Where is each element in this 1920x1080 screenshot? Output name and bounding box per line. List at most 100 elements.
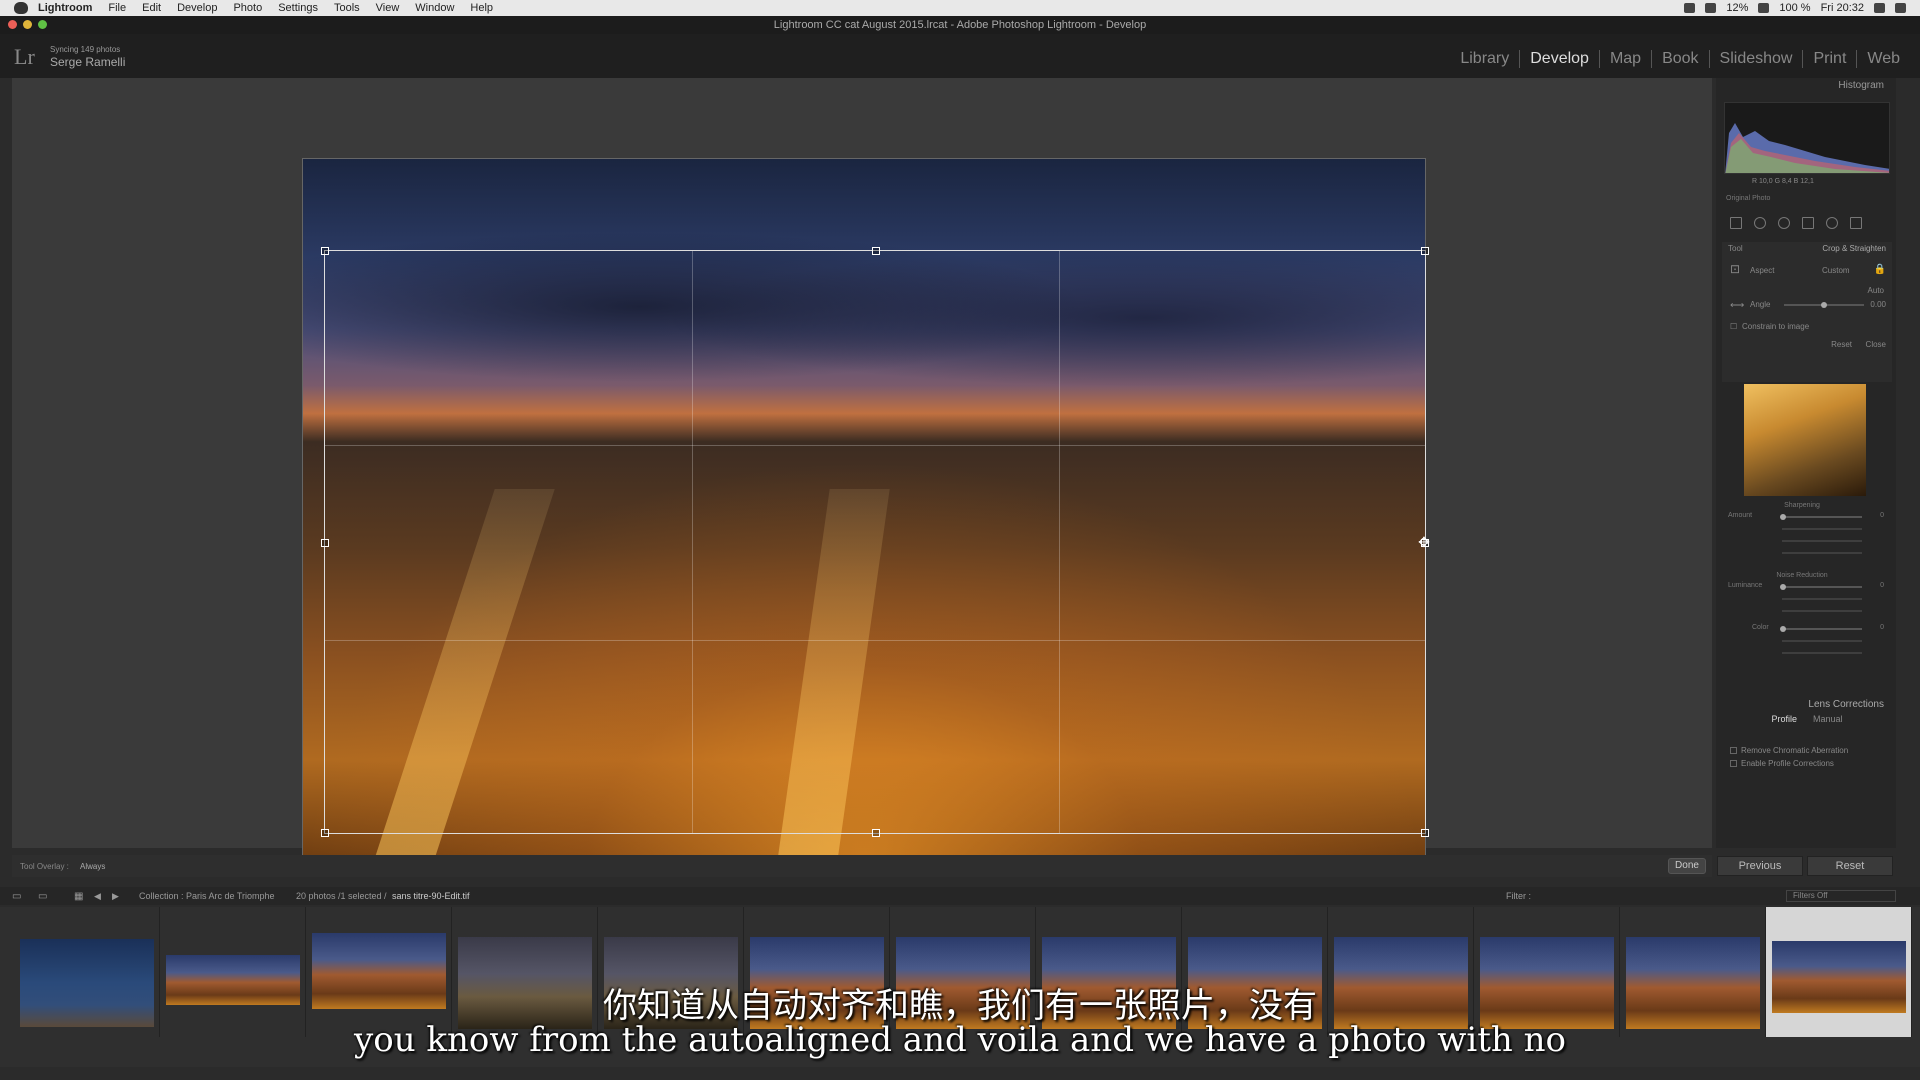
amount-value[interactable]: 0 [1880,512,1884,519]
reset-button[interactable]: Reset [1807,856,1893,876]
detail-panel: Sharpening Amount 0 Noise Reduction Lumi… [1722,502,1892,782]
crop-handle-left[interactable] [321,539,329,547]
lens-corrections-header[interactable]: Lens Corrections [1722,697,1892,713]
crop-handle-bottom[interactable] [872,829,880,837]
crop-handle-bottom-left[interactable] [321,829,329,837]
luminance-contrast-slider[interactable] [1782,610,1862,612]
grid-view-icon[interactable]: ▦ [74,891,83,902]
spotlight-icon[interactable] [1874,3,1885,13]
graduated-filter-icon[interactable] [1802,217,1814,229]
crop-handle-top-right[interactable] [1421,247,1429,255]
menu-tools[interactable]: Tools [334,2,360,14]
notification-icon[interactable] [1895,3,1906,13]
color-detail-slider[interactable] [1782,640,1862,642]
apple-icon[interactable] [14,2,28,14]
luminance-label: Luminance [1728,582,1763,589]
previous-button[interactable]: Previous [1717,856,1803,876]
luminance-value[interactable]: 0 [1880,582,1884,589]
menu-help[interactable]: Help [470,2,493,14]
crop-frame-tool-icon[interactable]: ⊡ [1730,262,1740,276]
color-slider[interactable] [1782,628,1862,630]
cloud-icon[interactable] [1705,3,1717,13]
radial-filter-icon[interactable] [1826,217,1838,229]
luminance-slider-knob[interactable] [1780,584,1786,590]
forward-arrow-icon[interactable]: ▶ [112,891,119,902]
spot-removal-icon[interactable] [1754,217,1766,229]
histogram-header[interactable]: Histogram [1716,78,1896,94]
crop-handle-top-left[interactable] [321,247,329,255]
tab-manual[interactable]: Manual [1813,714,1843,730]
module-develop[interactable]: Develop [1519,50,1599,68]
angle-value[interactable]: 0.00 [1870,300,1886,309]
luminance-detail-slider[interactable] [1782,598,1862,600]
straighten-tool-icon[interactable]: ⟷ [1730,300,1744,311]
color-value[interactable]: 0 [1880,624,1884,631]
lock-icon[interactable]: 🔒 [1874,264,1886,275]
detail-preview[interactable] [1744,384,1866,496]
color-smoothness-slider[interactable] [1782,652,1862,654]
angle-slider-knob[interactable] [1821,302,1827,308]
module-web[interactable]: Web [1856,50,1910,68]
zoom-window-icon[interactable] [38,20,47,29]
clock[interactable]: Fri 20:32 [1821,2,1864,14]
luminance-slider[interactable] [1782,586,1862,588]
radius-slider[interactable] [1782,528,1862,530]
tab-profile[interactable]: Profile [1771,714,1797,730]
histogram[interactable] [1724,102,1890,174]
tool-overlay-select[interactable]: Always [80,862,105,871]
module-print[interactable]: Print [1802,50,1856,68]
menu-app[interactable]: Lightroom [38,2,92,14]
window-title: Lightroom CC cat August 2015.lrcat - Ado… [773,19,1147,31]
masking-slider[interactable] [1782,552,1862,554]
menu-edit[interactable]: Edit [142,2,161,14]
menu-window[interactable]: Window [415,2,454,14]
profile-corrections-option[interactable]: Enable Profile Corrections [1730,759,1848,768]
dropbox-icon[interactable] [1684,3,1696,13]
wifi-icon[interactable] [1758,3,1770,13]
constrain-checkbox-icon[interactable]: ☐ [1730,322,1737,331]
menu-develop[interactable]: Develop [177,2,217,14]
module-slideshow[interactable]: Slideshow [1708,50,1803,68]
detail-slider[interactable] [1782,540,1862,542]
menu-photo[interactable]: Photo [233,2,262,14]
original-photo-checkbox[interactable]: Original Photo [1726,195,1770,202]
sync-status[interactable]: Syncing 149 photos [50,45,120,54]
back-arrow-icon[interactable]: ◀ [94,891,101,902]
auto-button[interactable]: Auto [1868,286,1884,295]
done-button[interactable]: Done [1668,858,1706,874]
crop-close-button[interactable]: Close [1866,340,1886,349]
crop-handle-bottom-right[interactable] [1421,829,1429,837]
amount-slider-knob[interactable] [1780,514,1786,520]
noise-reduction-title: Noise Reduction [1776,572,1828,579]
adjustment-brush-icon[interactable] [1850,217,1862,229]
color-slider-knob[interactable] [1780,626,1786,632]
aspect-select[interactable]: Custom [1822,266,1850,275]
subtitle-english: you know from the autoaligned and voila … [354,1020,1566,1060]
crop-frame[interactable] [321,247,1429,837]
main-window-icon[interactable]: ▭ [12,891,21,902]
battery-percent-2: 100 % [1779,2,1811,14]
red-eye-icon[interactable] [1778,217,1790,229]
crop-tool-icon[interactable] [1730,217,1742,229]
crop-reset-button[interactable]: Reset [1831,340,1852,349]
chromatic-aberration-option[interactable]: Remove Chromatic Aberration [1730,746,1848,755]
menu-view[interactable]: View [376,2,400,14]
menu-file[interactable]: File [108,2,126,14]
amount-slider[interactable] [1782,516,1862,518]
minimize-window-icon[interactable] [23,20,32,29]
close-window-icon[interactable] [8,20,17,29]
filter-select[interactable]: Filters Off [1786,890,1896,902]
second-window-icon[interactable]: ▭ [38,891,47,902]
photo-count: 20 photos /1 selected / [296,891,387,901]
module-book[interactable]: Book [1651,50,1708,68]
checkbox-icon[interactable] [1730,747,1737,754]
collection-source[interactable]: Collection : Paris Arc de Triomphe [139,891,275,901]
image-work-area[interactable]: ✥ [12,78,1712,869]
selected-filename[interactable]: sans titre-90-Edit.tif [392,891,470,901]
tool-label: Tool [1728,244,1743,253]
menu-settings[interactable]: Settings [278,2,318,14]
module-map[interactable]: Map [1598,50,1651,68]
crop-handle-top[interactable] [872,247,880,255]
checkbox-icon[interactable] [1730,760,1737,767]
module-library[interactable]: Library [1450,50,1519,68]
